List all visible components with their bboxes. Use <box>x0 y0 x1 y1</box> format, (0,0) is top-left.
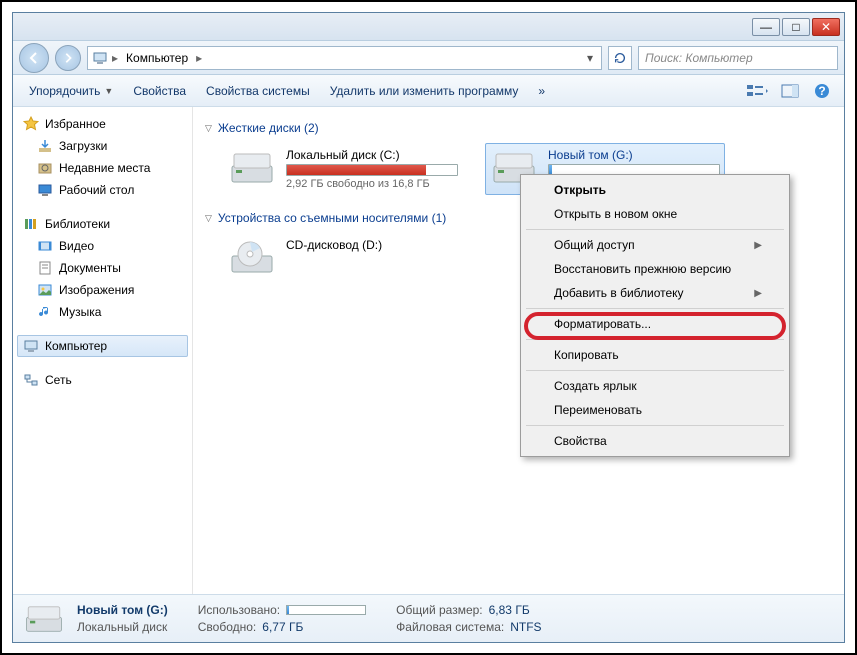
chevron-right-icon: ▸ <box>196 51 202 65</box>
sidebar-recent[interactable]: Недавние места <box>31 157 188 179</box>
drive-c-name: Локальный диск (C:) <box>286 148 458 162</box>
menu-separator <box>526 370 784 371</box>
downloads-icon <box>37 138 53 154</box>
sidebar-images[interactable]: Изображения <box>31 279 188 301</box>
forward-button[interactable] <box>55 45 81 71</box>
context-open-new-window[interactable]: Открыть в новом окне <box>524 202 786 226</box>
drive-c[interactable]: Локальный диск (C:) 2,92 ГБ свободно из … <box>223 143 463 195</box>
sidebar-documents[interactable]: Документы <box>31 257 188 279</box>
sidebar-video[interactable]: Видео <box>31 235 188 257</box>
toolbar: Упорядочить▼ Свойства Свойства системы У… <box>13 75 844 107</box>
navbar: ▸ Компьютер ▸ ▾ Поиск: Компьютер <box>13 41 844 75</box>
hdd-icon <box>23 601 65 637</box>
sidebar-desktop[interactable]: Рабочий стол <box>31 179 188 201</box>
context-menu: Открыть Открыть в новом окне Общий досту… <box>520 174 790 457</box>
sidebar-music[interactable]: Музыка <box>31 301 188 323</box>
desktop-icon <box>37 182 53 198</box>
uninstall-program-button[interactable]: Удалить или изменить программу <box>322 80 527 102</box>
sidebar-favorites[interactable]: Избранное <box>17 113 188 135</box>
context-restore-version[interactable]: Восстановить прежнюю версию <box>524 257 786 281</box>
collapse-icon[interactable]: ▽ <box>205 213 212 224</box>
address-dropdown[interactable]: ▾ <box>583 51 597 65</box>
network-icon <box>23 372 39 388</box>
status-free-label: Свободно: <box>198 620 257 634</box>
status-used-label: Использовано: <box>198 603 280 617</box>
images-icon <box>37 282 53 298</box>
status-fs-value: NTFS <box>510 620 541 634</box>
context-open[interactable]: Открыть <box>524 178 786 202</box>
help-button[interactable]: ? <box>808 79 836 103</box>
status-fs-label: Файловая система: <box>396 620 504 634</box>
status-title: Новый том (G:) <box>77 603 168 617</box>
view-options-button[interactable] <box>744 79 772 103</box>
video-icon <box>37 238 53 254</box>
documents-icon <box>37 260 53 276</box>
status-subtitle: Локальный диск <box>77 620 167 634</box>
computer-icon <box>23 338 39 354</box>
close-button[interactable]: ✕ <box>812 18 840 36</box>
context-format[interactable]: Форматировать... <box>524 312 786 336</box>
submenu-arrow-icon: ▶ <box>754 288 762 299</box>
context-copy[interactable]: Копировать <box>524 343 786 367</box>
status-total-label: Общий размер: <box>396 603 482 617</box>
status-free-value: 6,77 ГБ <box>262 620 303 634</box>
menu-separator <box>526 308 784 309</box>
minimize-button[interactable]: — <box>752 18 780 36</box>
sidebar-computer[interactable]: Компьютер <box>17 335 188 357</box>
context-properties[interactable]: Свойства <box>524 429 786 453</box>
drive-g-name: Новый том (G:) <box>548 148 720 162</box>
context-rename[interactable]: Переименовать <box>524 398 786 422</box>
search-input[interactable]: Поиск: Компьютер <box>638 46 838 70</box>
submenu-arrow-icon: ▶ <box>754 240 762 251</box>
menu-separator <box>526 425 784 426</box>
context-share[interactable]: Общий доступ▶ <box>524 233 786 257</box>
preview-pane-button[interactable] <box>776 79 804 103</box>
maximize-button[interactable]: □ <box>782 18 810 36</box>
sidebar: Избранное Загрузки Недавние места Рабочи… <box>13 107 193 594</box>
context-add-to-library[interactable]: Добавить в библиотеку▶ <box>524 281 786 305</box>
drive-d-name: CD-дисковод (D:) <box>286 238 458 252</box>
sidebar-libraries[interactable]: Библиотеки <box>17 213 188 235</box>
properties-button[interactable]: Свойства <box>125 80 194 102</box>
refresh-button[interactable] <box>608 46 632 70</box>
status-used-bar <box>286 605 366 615</box>
cd-drive-icon <box>228 238 276 278</box>
drive-c-usage-bar <box>286 164 458 176</box>
menu-separator <box>526 229 784 230</box>
status-bar: Новый том (G:) Локальный диск Использова… <box>13 594 844 642</box>
menu-separator <box>526 339 784 340</box>
recent-icon <box>37 160 53 176</box>
section-hdd: ▽ Жесткие диски (2) <box>205 121 832 135</box>
back-button[interactable] <box>19 43 49 73</box>
chevron-right-icon: ▸ <box>112 51 118 65</box>
toolbar-overflow[interactable]: » <box>530 80 553 102</box>
star-icon <box>23 116 39 132</box>
sidebar-network[interactable]: Сеть <box>17 369 188 391</box>
hdd-icon <box>228 148 276 188</box>
titlebar: — □ ✕ <box>13 13 844 41</box>
context-create-shortcut[interactable]: Создать ярлык <box>524 374 786 398</box>
system-properties-button[interactable]: Свойства системы <box>198 80 318 102</box>
music-icon <box>37 304 53 320</box>
status-total-value: 6,83 ГБ <box>489 603 530 617</box>
sidebar-downloads[interactable]: Загрузки <box>31 135 188 157</box>
libraries-icon <box>23 216 39 232</box>
collapse-icon[interactable]: ▽ <box>205 123 212 134</box>
svg-text:?: ? <box>818 84 825 98</box>
breadcrumb-computer[interactable]: Компьютер <box>122 51 192 65</box>
computer-icon <box>92 50 108 66</box>
search-placeholder: Поиск: Компьютер <box>645 51 753 65</box>
address-bar[interactable]: ▸ Компьютер ▸ ▾ <box>87 46 602 70</box>
drive-d[interactable]: CD-дисковод (D:) <box>223 233 463 283</box>
drive-c-free: 2,92 ГБ свободно из 16,8 ГБ <box>286 178 458 190</box>
organize-menu[interactable]: Упорядочить▼ <box>21 80 121 102</box>
